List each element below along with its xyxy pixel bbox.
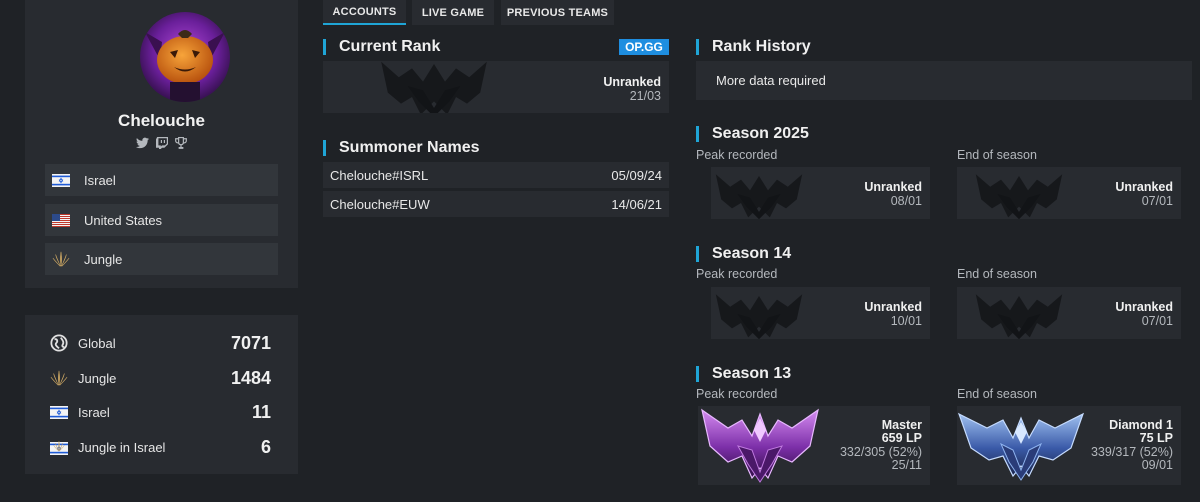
us-flag-icon bbox=[52, 214, 70, 227]
section-title: Summoner Names bbox=[339, 139, 480, 156]
rank-date: 07/01 bbox=[1141, 314, 1173, 328]
rank-history-message: More data required bbox=[696, 61, 1192, 100]
rank-history-header: Rank History bbox=[696, 38, 811, 56]
ranking-row-israel[interactable]: Israel 11 bbox=[50, 400, 271, 424]
season-header: Season 13 bbox=[696, 365, 791, 383]
ranking-value: 1484 bbox=[230, 367, 271, 388]
social-links bbox=[25, 137, 298, 150]
peak-recorded-label: Peak recorded bbox=[696, 267, 778, 281]
opgg-link-button[interactable]: OP.GG bbox=[619, 39, 669, 55]
jungle-israel-icon bbox=[50, 439, 68, 455]
avatar bbox=[140, 12, 230, 102]
diamond-emblem-icon bbox=[957, 412, 1085, 481]
rank-date: 10/01 bbox=[890, 314, 922, 328]
tag-role: Jungle bbox=[45, 243, 278, 275]
tag-label: Israel bbox=[84, 172, 116, 188]
end-of-season-label: End of season bbox=[957, 148, 1037, 162]
unranked-emblem-icon bbox=[971, 287, 1067, 339]
rank-name: Unranked bbox=[1115, 300, 1173, 314]
rank-date: 07/01 bbox=[1141, 194, 1173, 208]
season-header: Season 2025 bbox=[696, 125, 809, 143]
unranked-emblem-icon bbox=[711, 287, 807, 339]
end-of-season-label: End of season bbox=[957, 387, 1037, 401]
peak-recorded-label: Peak recorded bbox=[696, 148, 778, 162]
jungle-role-icon bbox=[50, 369, 68, 387]
season-peak-card: Unranked 10/01 bbox=[711, 287, 930, 339]
summoner-name-row[interactable]: Chelouche#ISRL 05/09/24 bbox=[323, 162, 669, 188]
season-peak-card: Master 659 LP 332/305 (52%) 25/11 bbox=[698, 406, 930, 485]
section-title: Season 13 bbox=[712, 365, 792, 382]
summoner-names-header: Summoner Names bbox=[323, 139, 480, 157]
unranked-emblem-icon bbox=[711, 167, 807, 219]
tab-live-game[interactable]: LIVE GAME bbox=[412, 0, 494, 25]
rank-lp: 75 LP bbox=[1139, 431, 1173, 445]
ranking-value: 11 bbox=[251, 401, 271, 422]
unranked-emblem-icon bbox=[971, 167, 1067, 219]
summoner-name: Chelouche#EUW bbox=[330, 196, 430, 212]
ranking-row-global[interactable]: Global 7071 bbox=[50, 331, 271, 355]
rank-name: Unranked bbox=[864, 300, 922, 314]
trophy-icon[interactable] bbox=[175, 137, 187, 150]
player-name: Chelouche bbox=[118, 111, 205, 130]
tag-label: Jungle bbox=[84, 251, 123, 267]
ranking-value: 7071 bbox=[230, 332, 271, 353]
israel-flag-icon bbox=[50, 406, 68, 419]
rank-name: Unranked bbox=[1115, 180, 1173, 194]
section-title: Rank History bbox=[712, 38, 811, 55]
summoner-name: Chelouche#ISRL bbox=[330, 167, 429, 183]
season-end-card: Unranked 07/01 bbox=[957, 287, 1181, 339]
ranking-value: 6 bbox=[260, 436, 271, 457]
globe-icon bbox=[50, 334, 68, 352]
section-title: Season 2025 bbox=[712, 125, 809, 142]
profile-card: Chelouche Israel United States Jungle bbox=[25, 0, 298, 288]
season-end-card: Unranked 07/01 bbox=[957, 167, 1181, 219]
rank-date: 21/03 bbox=[629, 89, 661, 103]
ranking-label: Jungle in Israel bbox=[78, 439, 166, 455]
ranking-row-jungle-israel[interactable]: Jungle in Israel 6 bbox=[50, 435, 271, 459]
jungle-role-icon bbox=[52, 250, 70, 268]
rank-date: 09/01 bbox=[1141, 458, 1173, 472]
twitch-icon[interactable] bbox=[156, 137, 168, 150]
tab-accounts[interactable]: ACCOUNTS bbox=[323, 0, 406, 25]
twitter-icon[interactable] bbox=[136, 137, 149, 150]
peak-recorded-label: Peak recorded bbox=[696, 387, 778, 401]
rank-date: 08/01 bbox=[890, 194, 922, 208]
tag-residency: United States bbox=[45, 204, 278, 236]
unranked-emblem-icon bbox=[359, 61, 509, 113]
ranking-label: Global bbox=[78, 335, 116, 351]
current-rank-header: Current Rank bbox=[323, 38, 440, 56]
rankings-card: Global 7071 Jungle 1484 Israel 11 Jungle… bbox=[25, 315, 298, 474]
rank-name: Unranked bbox=[864, 180, 922, 194]
rank-name: Unranked bbox=[603, 75, 661, 89]
rank-lp: 659 LP bbox=[881, 431, 922, 445]
summoner-name-row[interactable]: Chelouche#EUW 14/06/21 bbox=[323, 191, 669, 217]
ranking-label: Jungle bbox=[78, 370, 117, 386]
current-rank-card: Unranked 21/03 bbox=[323, 61, 669, 113]
israel-flag-icon bbox=[52, 174, 70, 187]
rank-date: 25/11 bbox=[891, 458, 922, 472]
section-title: Season 14 bbox=[712, 245, 792, 262]
section-title: Current Rank bbox=[339, 38, 441, 55]
master-emblem-icon bbox=[701, 408, 819, 483]
ranking-label: Israel bbox=[78, 404, 110, 420]
summoner-name-date: 05/09/24 bbox=[611, 167, 662, 183]
tag-label: United States bbox=[84, 212, 163, 228]
summoner-name-date: 14/06/21 bbox=[611, 196, 662, 212]
season-header: Season 14 bbox=[696, 245, 791, 263]
season-peak-card: Unranked 08/01 bbox=[711, 167, 930, 219]
ranking-row-jungle[interactable]: Jungle 1484 bbox=[50, 366, 271, 390]
tag-country: Israel bbox=[45, 164, 278, 196]
tab-previous-teams[interactable]: PREVIOUS TEAMS bbox=[501, 0, 614, 25]
end-of-season-label: End of season bbox=[957, 267, 1037, 281]
season-end-card: Diamond 1 75 LP 339/317 (52%) 09/01 bbox=[957, 406, 1181, 485]
